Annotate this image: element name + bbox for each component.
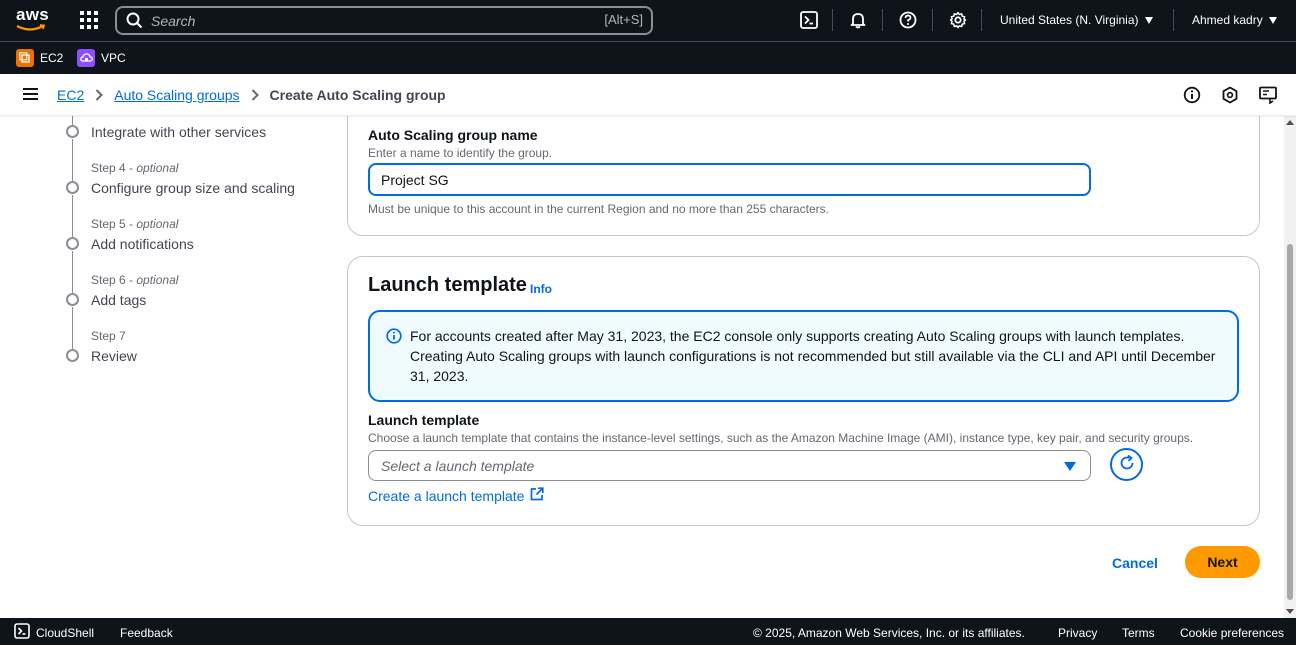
create-launch-template-link[interactable]: Create a launch template	[368, 487, 545, 504]
select-placeholder: Select a launch template	[381, 457, 535, 474]
step-title: Add tags	[91, 292, 147, 308]
region-label: United States (N. Virginia)	[1000, 13, 1139, 27]
terms-link[interactable]: Terms	[1122, 626, 1155, 640]
group-name-card: Auto Scaling group name Enter a name to …	[347, 116, 1260, 236]
aws-logo-text: aws	[16, 5, 50, 24]
step-circle-icon	[66, 125, 79, 138]
cloudshell-button[interactable]: CloudShell	[14, 623, 94, 642]
breadcrumb-ec2[interactable]: EC2	[57, 87, 84, 103]
search-bar[interactable]: [Alt+S]	[115, 6, 653, 35]
group-name-description: Enter a name to identify the group.	[368, 146, 553, 160]
scroll-down-icon[interactable]	[1286, 609, 1294, 614]
step-connector	[72, 139, 73, 181]
breadcrumb-bar: EC2 Auto Scaling groups Create Auto Scal…	[0, 74, 1296, 116]
caret-down-icon	[1144, 16, 1153, 24]
chevron-right-icon	[95, 89, 104, 101]
feedback-screen-icon[interactable]	[1259, 86, 1277, 105]
step-connector	[72, 116, 73, 125]
breadcrumb-current: Create Auto Scaling group	[269, 87, 446, 103]
hexagon-settings-icon[interactable]	[1221, 86, 1239, 104]
page-scrollbar[interactable]	[1284, 116, 1296, 618]
step-connector	[72, 195, 73, 237]
step-number: Step 4 - optional	[91, 161, 179, 175]
launch-template-field-label: Launch template	[368, 412, 480, 428]
top-navigation: aws [Alt+S] United States (N. Virginia) …	[0, 0, 1296, 41]
user-name: Ahmed kadry	[1192, 13, 1263, 27]
favorite-ec2-label: EC2	[40, 51, 64, 65]
launch-template-card: Launch template Info For accounts create…	[347, 256, 1260, 526]
step-title: Add notifications	[91, 236, 194, 252]
cloudshell-label: CloudShell	[36, 625, 95, 640]
group-name-constraint: Must be unique to this account in the cu…	[368, 202, 829, 216]
step-title: Review	[91, 348, 137, 364]
step-circle-icon	[66, 237, 79, 250]
menu-icon[interactable]	[23, 88, 38, 100]
services-grid-icon[interactable]	[80, 11, 98, 29]
next-button[interactable]: Next	[1185, 546, 1260, 578]
group-name-label: Auto Scaling group name	[368, 127, 538, 143]
alert-message: For accounts created after May 31, 2023,…	[410, 328, 1216, 384]
group-name-input[interactable]: Project SG	[368, 163, 1091, 196]
launch-template-heading: Launch template	[368, 274, 527, 296]
privacy-link[interactable]: Privacy	[1058, 626, 1097, 640]
aws-logo[interactable]: aws	[16, 5, 50, 34]
cookie-preferences-link[interactable]: Cookie preferences	[1180, 626, 1284, 640]
caret-down-icon	[1064, 462, 1076, 471]
scrollbar-thumb[interactable]	[1287, 244, 1293, 600]
nav-divider	[832, 9, 833, 31]
cloudshell-icon	[14, 623, 30, 642]
gear-icon[interactable]	[949, 11, 967, 29]
search-icon	[126, 12, 143, 32]
launch-template-select[interactable]: Select a launch template	[368, 450, 1091, 481]
step-connector	[72, 251, 73, 293]
info-alert: For accounts created after May 31, 2023,…	[368, 310, 1239, 402]
favorite-ec2[interactable]: EC2	[16, 49, 63, 67]
favorite-vpc[interactable]: VPC	[77, 49, 126, 67]
step-circle-icon	[66, 293, 79, 306]
main-content: Integrate with other services Step 4 - o…	[0, 116, 1284, 618]
refresh-icon	[1118, 454, 1136, 475]
step-number: Step 6 - optional	[91, 273, 179, 287]
info-link[interactable]: Info	[530, 282, 552, 296]
bell-icon[interactable]	[849, 11, 867, 29]
nav-divider	[882, 9, 883, 31]
user-menu[interactable]: Ahmed kadry	[1192, 13, 1277, 27]
nav-divider	[932, 9, 933, 31]
favorite-vpc-label: VPC	[101, 51, 126, 65]
launch-template-field-description: Choose a launch template that contains t…	[368, 431, 1194, 445]
region-selector[interactable]: United States (N. Virginia)	[1000, 13, 1153, 27]
breadcrumb: EC2 Auto Scaling groups Create Auto Scal…	[57, 87, 446, 103]
step-circle-icon	[66, 181, 79, 194]
search-input[interactable]	[151, 11, 571, 31]
step-number: Step 7	[91, 329, 126, 343]
search-shortcut: [Alt+S]	[604, 12, 643, 27]
feedback-link[interactable]: Feedback	[120, 626, 173, 640]
info-circle-icon	[386, 328, 402, 347]
nav-divider	[981, 9, 982, 31]
footer: CloudShell Feedback © 2025, Amazon Web S…	[0, 618, 1296, 645]
cloudshell-icon[interactable]	[800, 11, 818, 29]
help-icon[interactable]	[899, 11, 917, 29]
vpc-icon	[77, 49, 95, 67]
step-title: Configure group size and scaling	[91, 180, 295, 196]
step-circle-icon	[66, 349, 79, 362]
copyright-text: © 2025, Amazon Web Services, Inc. or its…	[753, 626, 1025, 640]
breadcrumb-auto-scaling-groups[interactable]: Auto Scaling groups	[114, 87, 239, 103]
step-number: Step 5 - optional	[91, 217, 179, 231]
nav-divider	[1173, 9, 1174, 31]
step-connector	[72, 307, 73, 349]
ec2-icon	[16, 49, 34, 67]
favorites-bar: EC2 VPC	[0, 41, 1296, 74]
refresh-button[interactable]	[1110, 448, 1143, 481]
create-launch-template-label: Create a launch template	[368, 487, 525, 504]
info-panel-icon[interactable]	[1183, 86, 1201, 104]
caret-down-icon	[1268, 16, 1277, 24]
chevron-right-icon	[251, 89, 259, 101]
cancel-button[interactable]: Cancel	[1112, 555, 1158, 571]
step-title: Integrate with other services	[91, 124, 267, 140]
scroll-up-icon[interactable]	[1286, 120, 1294, 125]
external-link-icon	[530, 487, 545, 504]
